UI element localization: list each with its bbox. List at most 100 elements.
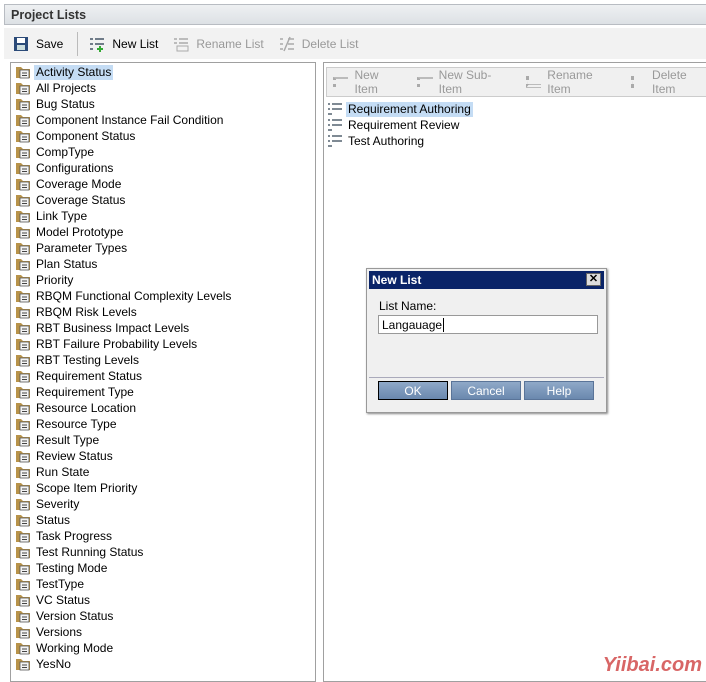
help-button[interactable]: Help <box>524 381 594 400</box>
new-list-button[interactable]: New List <box>88 36 158 52</box>
list-item-label: Component Status <box>36 128 136 143</box>
list-item[interactable]: Resource Location <box>11 400 233 416</box>
item-icon <box>328 135 342 147</box>
delete-list-button[interactable]: Delete List <box>278 36 358 52</box>
list-item[interactable]: RBT Failure Probability Levels <box>11 336 233 352</box>
project-lists-tree: Activity Status All Projects Bug Status Com… <box>10 62 316 682</box>
list-item[interactable]: Link Type <box>11 208 233 224</box>
list-item[interactable]: Component Status <box>11 128 233 144</box>
item-icon <box>328 103 342 115</box>
list-item-entry[interactable]: Requirement Authoring <box>326 101 473 117</box>
list-folder-icon <box>16 307 30 319</box>
item-label: Test Authoring <box>348 133 425 148</box>
list-item[interactable]: Status <box>11 512 233 528</box>
list-item[interactable]: Plan Status <box>11 256 233 272</box>
list-folder-icon <box>16 179 30 191</box>
panel-title: Project Lists <box>4 4 706 25</box>
list-item[interactable]: Configurations <box>11 160 233 176</box>
list-item-label: Configurations <box>36 160 114 175</box>
list-item[interactable]: Priority <box>11 272 233 288</box>
list-item-entry[interactable]: Test Authoring <box>326 133 473 149</box>
save-icon <box>14 36 28 51</box>
list-item[interactable]: Versions <box>11 624 233 640</box>
list-item[interactable]: TestType <box>11 576 233 592</box>
list-item-label: Bug Status <box>36 96 95 111</box>
list-folder-icon <box>16 611 30 623</box>
item-label: Requirement Authoring <box>346 101 473 117</box>
list-folder-icon <box>16 83 30 95</box>
list-item-label: Result Type <box>36 432 100 447</box>
list-folder-icon <box>16 627 30 639</box>
list-folder-icon <box>16 659 30 671</box>
list-item[interactable]: Task Progress <box>11 528 233 544</box>
list-item[interactable]: RBT Testing Levels <box>11 352 233 368</box>
list-item[interactable]: Bug Status <box>11 96 233 112</box>
rename-list-button[interactable]: Rename List <box>172 36 264 52</box>
list-item[interactable]: Version Status <box>11 608 233 624</box>
new-list-dialog: New List ✕ List Name: Langauage OK Cance… <box>366 268 607 413</box>
list-folder-icon <box>16 499 30 511</box>
list-item[interactable]: Coverage Status <box>11 192 233 208</box>
save-button[interactable]: Save <box>12 36 63 52</box>
list-item-label: RBQM Risk Levels <box>36 304 137 319</box>
new-sub-item-icon <box>417 77 433 87</box>
list-item[interactable]: Test Running Status <box>11 544 233 560</box>
list-item[interactable]: VC Status <box>11 592 233 608</box>
list-item-label: Resource Type <box>36 416 117 431</box>
list-item-label: Status <box>36 512 71 527</box>
cancel-button[interactable]: Cancel <box>451 381 521 400</box>
list-item[interactable]: YesNo <box>11 656 233 672</box>
list-folder-icon <box>16 579 30 591</box>
list-folder-icon <box>16 211 30 223</box>
list-name-label: List Name: <box>379 299 437 313</box>
list-item[interactable]: RBT Business Impact Levels <box>11 320 233 336</box>
list-folder-icon <box>16 147 30 159</box>
new-item-icon <box>333 77 349 87</box>
list-item-label: Coverage Mode <box>36 176 122 191</box>
ok-button[interactable]: OK <box>378 381 448 400</box>
list-item[interactable]: RBQM Functional Complexity Levels <box>11 288 233 304</box>
list-item[interactable]: Result Type <box>11 432 233 448</box>
dialog-title-bar: New List ✕ <box>369 271 604 289</box>
list-item[interactable]: Severity <box>11 496 233 512</box>
list-folder-icon <box>16 291 30 303</box>
delete-item-button[interactable]: Delete Item <box>630 68 706 96</box>
list-folder-icon <box>16 387 30 399</box>
list-name-input[interactable]: Langauage <box>378 315 598 334</box>
list-folder-icon <box>16 163 30 175</box>
list-folder-icon <box>16 547 30 559</box>
list-item[interactable]: Working Mode <box>11 640 233 656</box>
list-item-label: Test Running Status <box>36 544 144 559</box>
rename-item-button[interactable]: Rename Item <box>525 68 617 96</box>
list-item[interactable]: Requirement Type <box>11 384 233 400</box>
list-folder-icon <box>16 131 30 143</box>
list-item[interactable]: Resource Type <box>11 416 233 432</box>
list-folder-icon <box>16 595 30 607</box>
list-item[interactable]: Component Instance Fail Condition <box>11 112 233 128</box>
new-sub-item-button[interactable]: New Sub-Item <box>417 68 512 96</box>
list-item[interactable]: Scope Item Priority <box>11 480 233 496</box>
list-item-entry[interactable]: Requirement Review <box>326 117 473 133</box>
list-item[interactable]: Parameter Types <box>11 240 233 256</box>
list-folder-icon <box>16 563 30 575</box>
list-item[interactable]: CompType <box>11 144 233 160</box>
list-item[interactable]: Review Status <box>11 448 233 464</box>
list-item-label: RBT Business Impact Levels <box>36 320 190 335</box>
list-item[interactable]: Requirement Status <box>11 368 233 384</box>
list-item[interactable]: Testing Mode <box>11 560 233 576</box>
list-folder-icon <box>16 643 30 655</box>
rename-list-icon <box>174 37 189 51</box>
close-icon[interactable]: ✕ <box>586 273 601 286</box>
list-item[interactable]: Coverage Mode <box>11 176 233 192</box>
list-folder-icon <box>16 339 30 351</box>
list-item-label: RBT Failure Probability Levels <box>36 336 198 351</box>
list-folder-icon <box>16 243 30 255</box>
list-item[interactable]: All Projects <box>11 80 233 96</box>
item-label: Requirement Review <box>348 117 460 132</box>
new-item-button[interactable]: New Item <box>333 68 403 96</box>
list-item[interactable]: Model Prototype <box>11 224 233 240</box>
list-item[interactable]: Activity Status <box>11 64 233 80</box>
list-item[interactable]: Run State <box>11 464 233 480</box>
list-item[interactable]: RBQM Risk Levels <box>11 304 233 320</box>
toolbar-divider <box>77 31 79 56</box>
